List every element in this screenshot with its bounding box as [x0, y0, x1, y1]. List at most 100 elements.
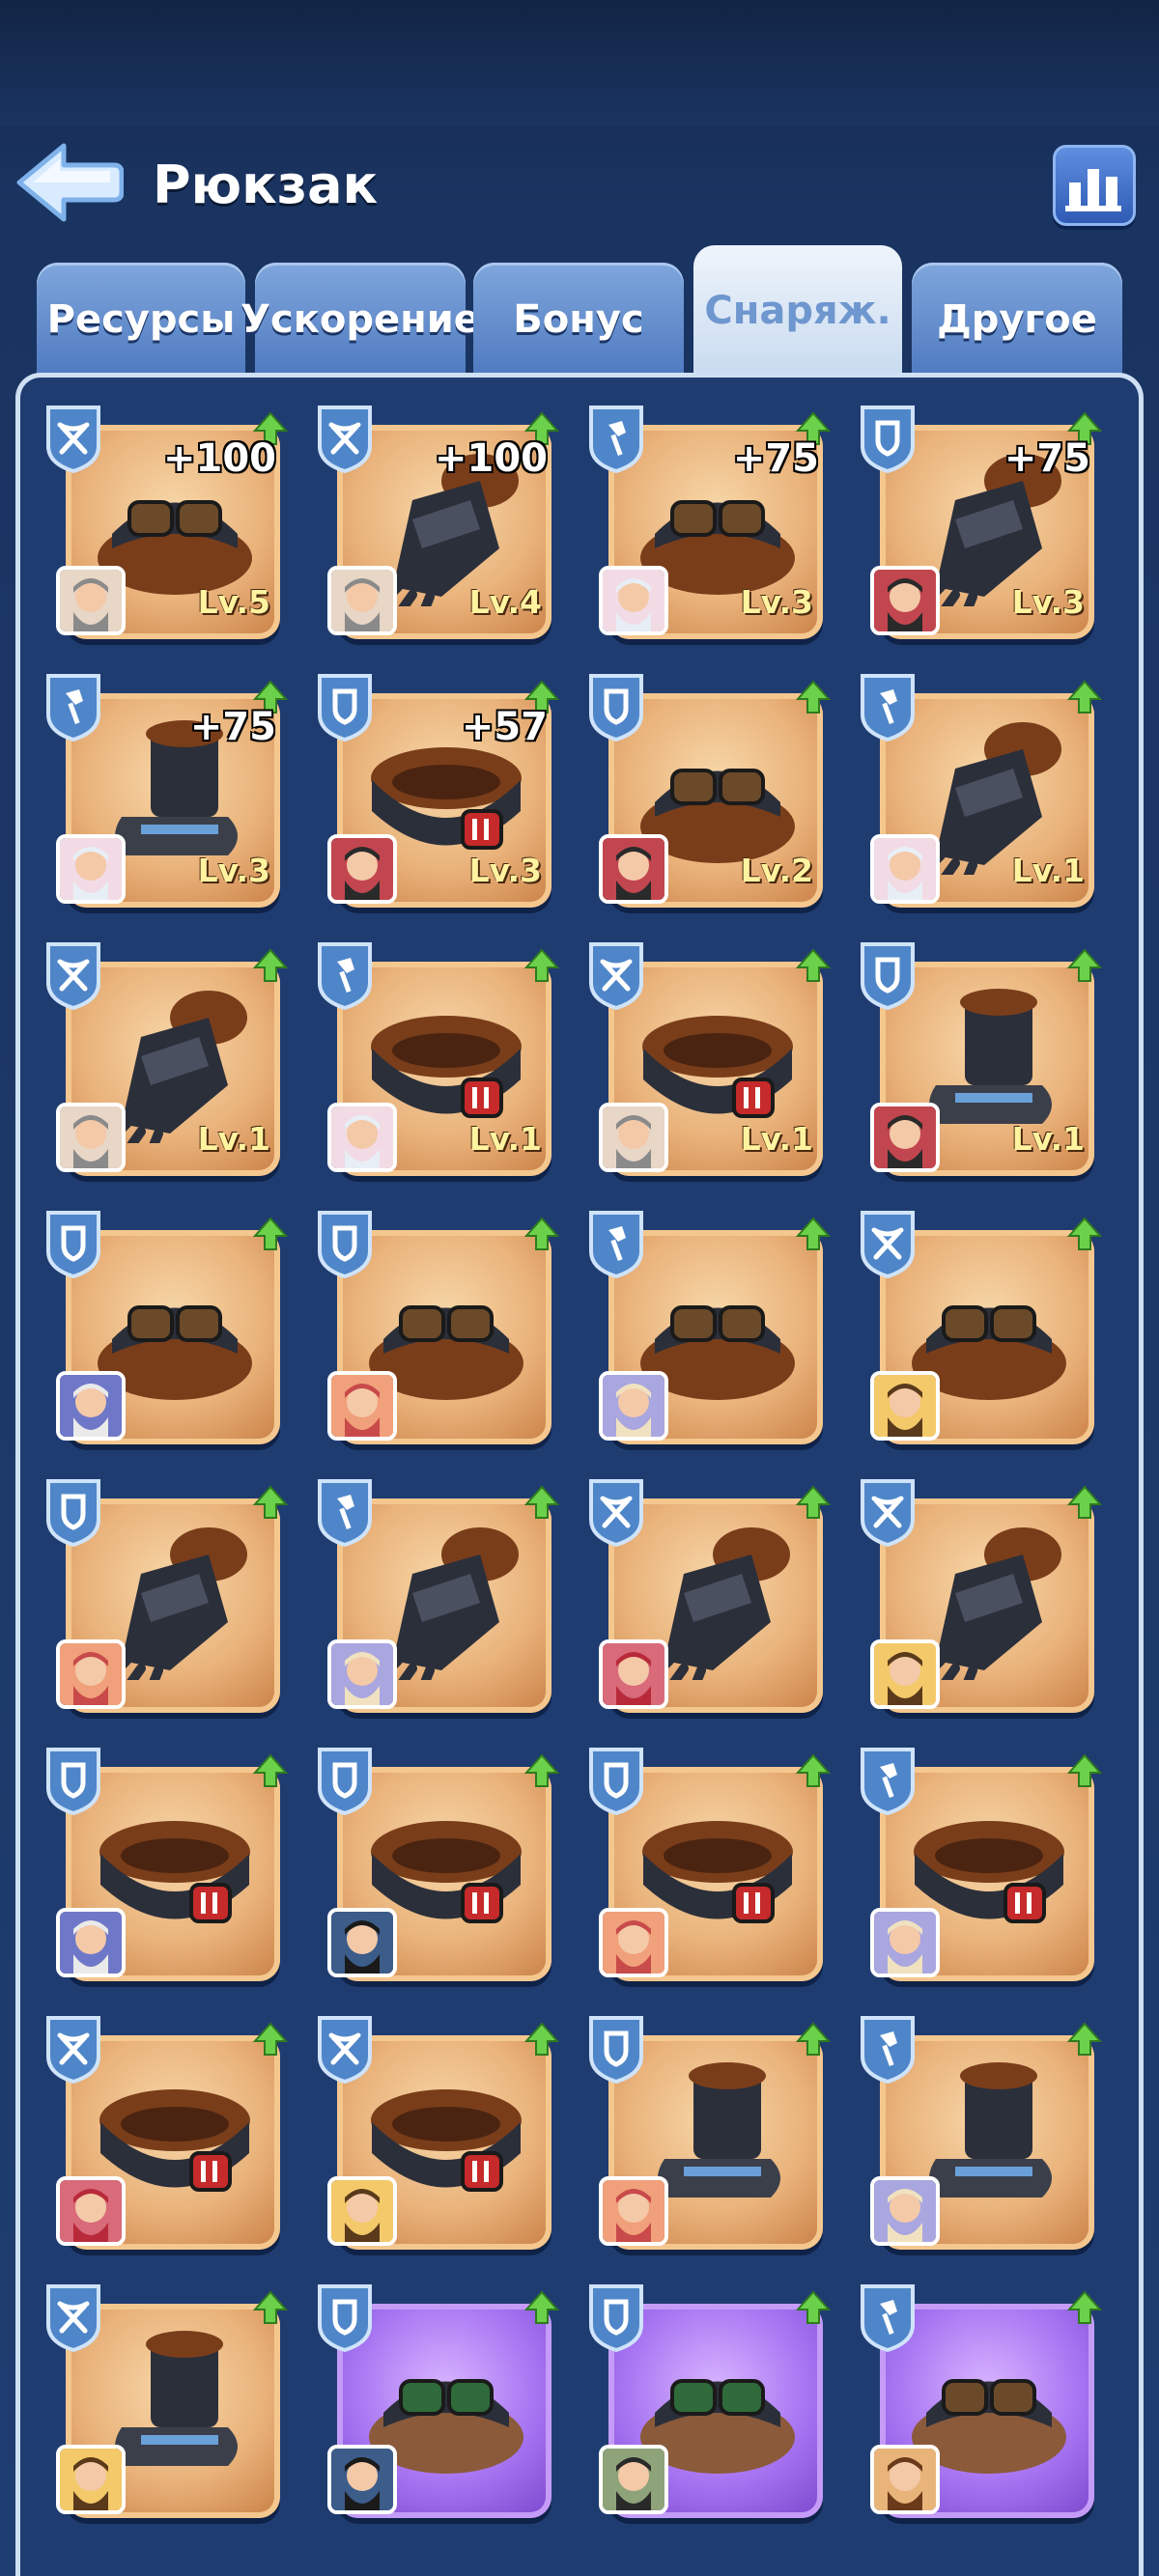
- item-level: Lv.3: [468, 852, 542, 889]
- tab-speedup[interactable]: Ускорение: [240, 263, 480, 377]
- equipment-item[interactable]: +57 Lv.3: [314, 672, 560, 913]
- hero-avatar: [599, 834, 668, 904]
- equipment-item[interactable]: Lv.1: [585, 940, 832, 1182]
- equipment-item[interactable]: [585, 2014, 832, 2255]
- hero-avatar: [870, 566, 940, 635]
- shield-class-icon: [314, 2282, 376, 2353]
- equipment-item[interactable]: Lv.1: [42, 940, 289, 1182]
- equipment-item[interactable]: Lv.1: [314, 940, 560, 1182]
- hero-avatar: [599, 2176, 668, 2246]
- wand-class-icon: [857, 1746, 919, 1816]
- hero-avatar: [599, 566, 668, 635]
- hero-avatar: [56, 1371, 126, 1441]
- hero-avatar: [870, 1908, 940, 1977]
- equipment-item[interactable]: [42, 1746, 289, 1987]
- upgrade-arrow-icon: [1066, 1485, 1103, 1520]
- equipment-item[interactable]: [585, 2282, 832, 2524]
- hero-avatar: [327, 2176, 397, 2246]
- shield-class-icon: [42, 1209, 104, 1279]
- upgrade-arrow-icon: [523, 948, 560, 983]
- wand-class-icon: [857, 2014, 919, 2085]
- back-button[interactable]: [14, 140, 125, 225]
- item-level: Lv.1: [1011, 852, 1085, 889]
- equipment-item[interactable]: [42, 2014, 289, 2255]
- hero-avatar: [56, 1908, 126, 1977]
- upgrade-arrow-icon: [795, 1485, 832, 1520]
- hero-avatar: [56, 1103, 126, 1172]
- hero-avatar: [870, 1639, 940, 1709]
- hero-avatar: [870, 2445, 940, 2514]
- upgrade-arrow-icon: [523, 2290, 560, 2325]
- upgrade-arrow-icon: [523, 1753, 560, 1788]
- upgrade-arrow-icon: [523, 1485, 560, 1520]
- equipment-item[interactable]: +100 Lv.5: [42, 404, 289, 645]
- tab-label: Бонус: [513, 297, 644, 342]
- tab-bonus[interactable]: Бонус: [473, 263, 684, 377]
- tab-resources[interactable]: Ресурсы: [37, 263, 245, 377]
- equipment-item[interactable]: [857, 1209, 1103, 1450]
- page-title: Рюкзак: [153, 154, 379, 215]
- hero-avatar: [599, 1908, 668, 1977]
- shield-class-icon: [585, 672, 647, 742]
- equipment-grid: +100 Lv.5 +100 Lv.4 +75 Lv.3 +75 Lv.3 +75 Lv.3 +57…: [42, 404, 1134, 2576]
- crossbow-class-icon: [42, 404, 104, 474]
- item-level: Lv.1: [1011, 1120, 1085, 1158]
- equipment-item[interactable]: [42, 1209, 289, 1450]
- equipment-item[interactable]: [585, 1209, 832, 1450]
- crossbow-class-icon: [585, 1477, 647, 1548]
- equipment-item[interactable]: [857, 2014, 1103, 2255]
- shield-class-icon: [314, 1209, 376, 1279]
- crossbow-class-icon: [857, 1209, 919, 1279]
- hero-avatar: [599, 1639, 668, 1709]
- shield-class-icon: [857, 404, 919, 474]
- shield-class-icon: [42, 1477, 104, 1548]
- status-bar-area: [0, 0, 1159, 126]
- hero-avatar: [870, 834, 940, 904]
- equipment-item[interactable]: [42, 2282, 289, 2524]
- hero-avatar: [870, 2176, 940, 2246]
- item-level: Lv.1: [468, 1120, 542, 1158]
- crossbow-class-icon: [857, 1477, 919, 1548]
- equipment-item[interactable]: [314, 2282, 560, 2524]
- tab-label: Ускорение: [240, 297, 480, 342]
- item-level: Lv.3: [1011, 583, 1085, 621]
- upgrade-arrow-icon: [795, 680, 832, 714]
- equipment-item[interactable]: Lv.1: [857, 940, 1103, 1182]
- equipment-item[interactable]: +75 Lv.3: [857, 404, 1103, 645]
- equipment-item[interactable]: [857, 1746, 1103, 1987]
- equipment-item[interactable]: [857, 1477, 1103, 1719]
- equipment-item[interactable]: Lv.1: [857, 672, 1103, 913]
- equipment-item[interactable]: [857, 2282, 1103, 2524]
- equipment-item[interactable]: [314, 1209, 560, 1450]
- upgrade-arrow-icon: [252, 2290, 289, 2325]
- item-level: Lv.5: [197, 583, 270, 621]
- wand-class-icon: [857, 2282, 919, 2353]
- equipment-item[interactable]: +75 Lv.3: [42, 672, 289, 913]
- wand-class-icon: [314, 1477, 376, 1548]
- equipment-item[interactable]: Lv.2: [585, 672, 832, 913]
- upgrade-arrow-icon: [795, 2290, 832, 2325]
- shield-class-icon: [42, 1746, 104, 1816]
- tab-other[interactable]: Другое: [912, 263, 1122, 377]
- upgrade-arrow-icon: [252, 1753, 289, 1788]
- equipment-item[interactable]: [314, 1746, 560, 1987]
- equipment-item[interactable]: [314, 2014, 560, 2255]
- tab-equipment[interactable]: Снаряж.: [693, 245, 902, 377]
- equipment-item[interactable]: [314, 1477, 560, 1719]
- wand-class-icon: [857, 672, 919, 742]
- stats-button[interactable]: [1053, 145, 1136, 226]
- shield-class-icon: [857, 940, 919, 1011]
- equipment-item[interactable]: +100 Lv.4: [314, 404, 560, 645]
- tab-label: Другое: [937, 297, 1097, 342]
- wand-class-icon: [585, 404, 647, 474]
- upgrade-arrow-icon: [1066, 2290, 1103, 2325]
- equipment-item[interactable]: +75 Lv.3: [585, 404, 832, 645]
- item-bonus: +75: [189, 705, 276, 749]
- item-level: Lv.3: [197, 852, 270, 889]
- upgrade-arrow-icon: [795, 2022, 832, 2057]
- hero-avatar: [56, 2445, 126, 2514]
- equipment-item[interactable]: [585, 1746, 832, 1987]
- equipment-item[interactable]: [585, 1477, 832, 1719]
- item-bonus: +100: [434, 436, 548, 481]
- equipment-item[interactable]: [42, 1477, 289, 1719]
